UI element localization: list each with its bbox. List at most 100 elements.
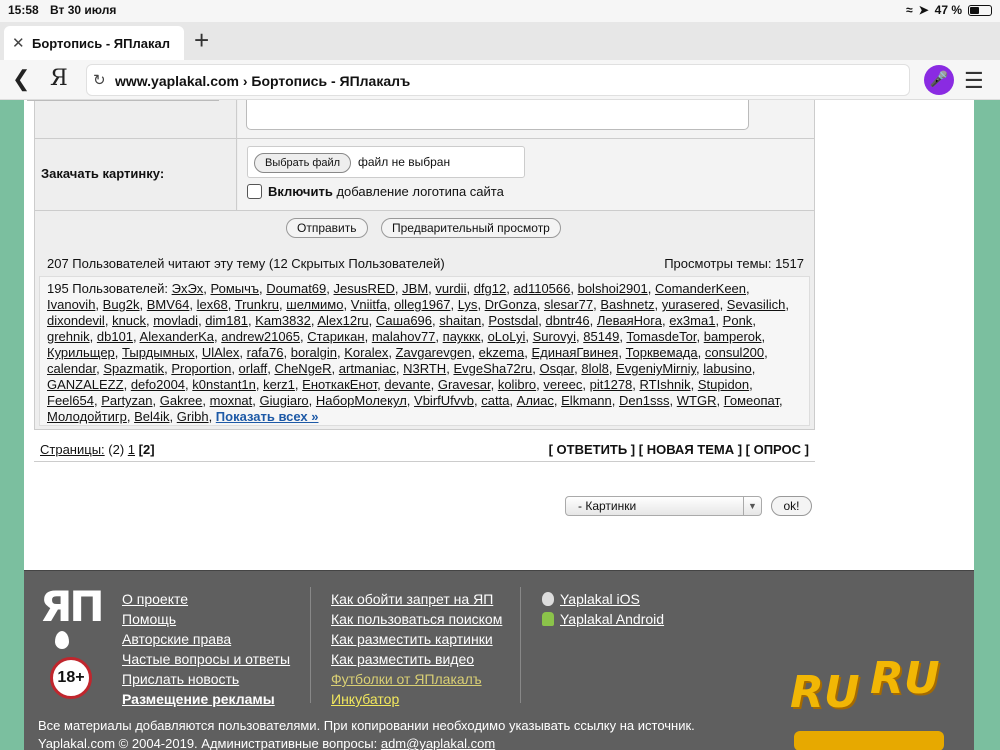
user-link[interactable]: JBM [402,281,428,296]
file-input[interactable]: Выбрать файл файл не выбран [247,146,525,178]
user-link[interactable]: Gravesar [438,377,491,392]
user-link[interactable]: oLoLyi [488,329,526,344]
user-link[interactable]: Feel654 [47,393,94,408]
user-link[interactable]: N3RTH [403,361,446,376]
user-link[interactable]: BMV64 [147,297,190,312]
page-1-link[interactable]: 1 [128,442,135,457]
url-field[interactable]: ↻ www.yaplakal.com › Бортопись - ЯПлакал… [86,64,910,96]
ios-app-link[interactable]: Yaplakal iOS [542,589,664,609]
user-link[interactable]: db101 [97,329,133,344]
user-link[interactable]: UlAlex [202,345,240,360]
user-link[interactable]: Bel4ik [134,409,169,424]
footer-link-bypass[interactable]: Как обойти запрет на ЯП [331,589,502,609]
user-link[interactable]: knuck [112,313,146,328]
user-link[interactable]: Zavgarevgen [396,345,472,360]
user-link[interactable]: Alex12ru [317,313,368,328]
user-link[interactable]: shaitan [439,313,481,328]
user-link[interactable]: Старикан [307,329,364,344]
user-link[interactable]: olleg1967 [394,297,450,312]
user-link[interactable]: lex68 [197,297,228,312]
user-link[interactable]: шелмимо [286,297,343,312]
forum-jump-ok-button[interactable]: ok! [771,496,812,516]
user-link[interactable]: bamperok [704,329,762,344]
user-link[interactable]: 85149 [583,329,619,344]
user-link[interactable]: Ponk [723,313,753,328]
user-link[interactable]: TomasdeTor [626,329,696,344]
user-link[interactable]: CheNgeR [274,361,331,376]
footer-link-advertising[interactable]: Размещение рекламы [122,689,290,709]
user-link[interactable]: Саша696 [376,313,432,328]
user-link[interactable]: moxnat [210,393,253,408]
footer-link-search-help[interactable]: Как пользоваться поиском [331,609,502,629]
user-link[interactable]: dixondevil [47,313,105,328]
android-app-link[interactable]: Yaplakal Android [542,609,664,629]
user-link[interactable]: Stupidon [698,377,749,392]
user-link[interactable]: artmaniac [339,361,396,376]
user-link[interactable]: movladi [153,313,198,328]
user-link[interactable]: Молодойтигр [47,409,127,424]
user-link[interactable]: НаборМолекул [316,393,407,408]
user-link[interactable]: Spazmatik [103,361,164,376]
menu-icon[interactable]: ☰ [964,68,984,94]
footer-link-video-help[interactable]: Как разместить видео [331,649,502,669]
message-textarea[interactable] [246,100,749,130]
user-link[interactable]: GANZALEZZ [47,377,124,392]
user-link[interactable]: WTGR [677,393,717,408]
user-link[interactable]: Ivanovih [47,297,95,312]
back-arrow-icon[interactable]: ❮ [12,66,30,92]
topic-actions[interactable]: [ ОТВЕТИТЬ ] [ НОВАЯ ТЕМА ] [ ОПРОС ] [549,442,809,457]
user-link[interactable]: Bug2k [103,297,140,312]
footer-link-help[interactable]: Помощь [122,609,290,629]
user-link[interactable]: Surovyi [533,329,576,344]
user-link[interactable]: ЕноткакЕнот [302,377,377,392]
footer-link-incubator[interactable]: Инкубатор [331,689,502,709]
user-link[interactable]: Курильщер [47,345,115,360]
user-link[interactable]: kerz1 [263,377,295,392]
footer-link-copyright[interactable]: Авторские права [122,629,290,649]
user-link[interactable]: Postsdal [488,313,538,328]
user-link[interactable]: labusino [703,361,751,376]
user-link[interactable]: Doumat69 [266,281,326,296]
voice-search-icon[interactable]: 🎤 [924,65,954,95]
user-link[interactable]: Lys [458,297,478,312]
user-link[interactable]: Sevasilich [727,297,786,312]
user-link[interactable]: kolibro [498,377,536,392]
footer-link-tshirts[interactable]: Футболки от ЯПлакалъ [331,669,502,689]
user-link[interactable]: Trunkru [235,297,279,312]
user-link[interactable]: pit1278 [590,377,633,392]
user-link[interactable]: VbirfUfvvb [414,393,474,408]
browser-tab[interactable]: ✕ Бортопись - ЯПлакал [4,26,184,60]
user-link[interactable]: ЛеваяНога [597,313,662,328]
user-link[interactable]: dbntr46 [546,313,590,328]
user-link[interactable]: Koralex [344,345,388,360]
choose-file-button[interactable]: Выбрать файл [254,153,352,173]
user-link[interactable]: consul200 [705,345,764,360]
new-tab-button[interactable]: + [194,26,209,54]
user-link[interactable]: Giugiaro [260,393,309,408]
footer-link-about[interactable]: О проекте [122,589,290,609]
footer-link-faq[interactable]: Частые вопросы и ответы [122,649,290,669]
footer-link-images-help[interactable]: Как разместить картинки [331,629,502,649]
user-link[interactable]: DrGonza [485,297,537,312]
user-link[interactable]: Bashnetz [600,297,654,312]
user-link[interactable]: 8lol8 [581,361,608,376]
user-link[interactable]: ekzema [479,345,525,360]
close-tab-icon[interactable]: ✕ [12,34,25,52]
user-link[interactable]: vereec [543,377,582,392]
pages-label[interactable]: Страницы: [40,442,105,457]
user-link[interactable]: RTIshnik [640,377,691,392]
forum-jump-select[interactable]: - Картинки ▼ [565,496,762,516]
user-link[interactable]: dim181 [205,313,248,328]
user-link[interactable]: dfg12 [474,281,507,296]
user-link[interactable]: ex3ma1 [669,313,715,328]
send-button[interactable]: Отправить [286,218,368,238]
user-link[interactable]: Алиас [517,393,554,408]
user-link[interactable]: catta [481,393,509,408]
user-link[interactable]: vurdii [435,281,466,296]
logo-checkbox[interactable] [247,184,262,199]
user-link[interactable]: malahov77 [372,329,436,344]
yaplakal-logo[interactable]: ЯП [40,585,105,649]
user-link[interactable]: ComanderKeen [655,281,746,296]
user-link[interactable]: Тырдымных [122,345,195,360]
user-link[interactable]: Торквемада [626,345,698,360]
